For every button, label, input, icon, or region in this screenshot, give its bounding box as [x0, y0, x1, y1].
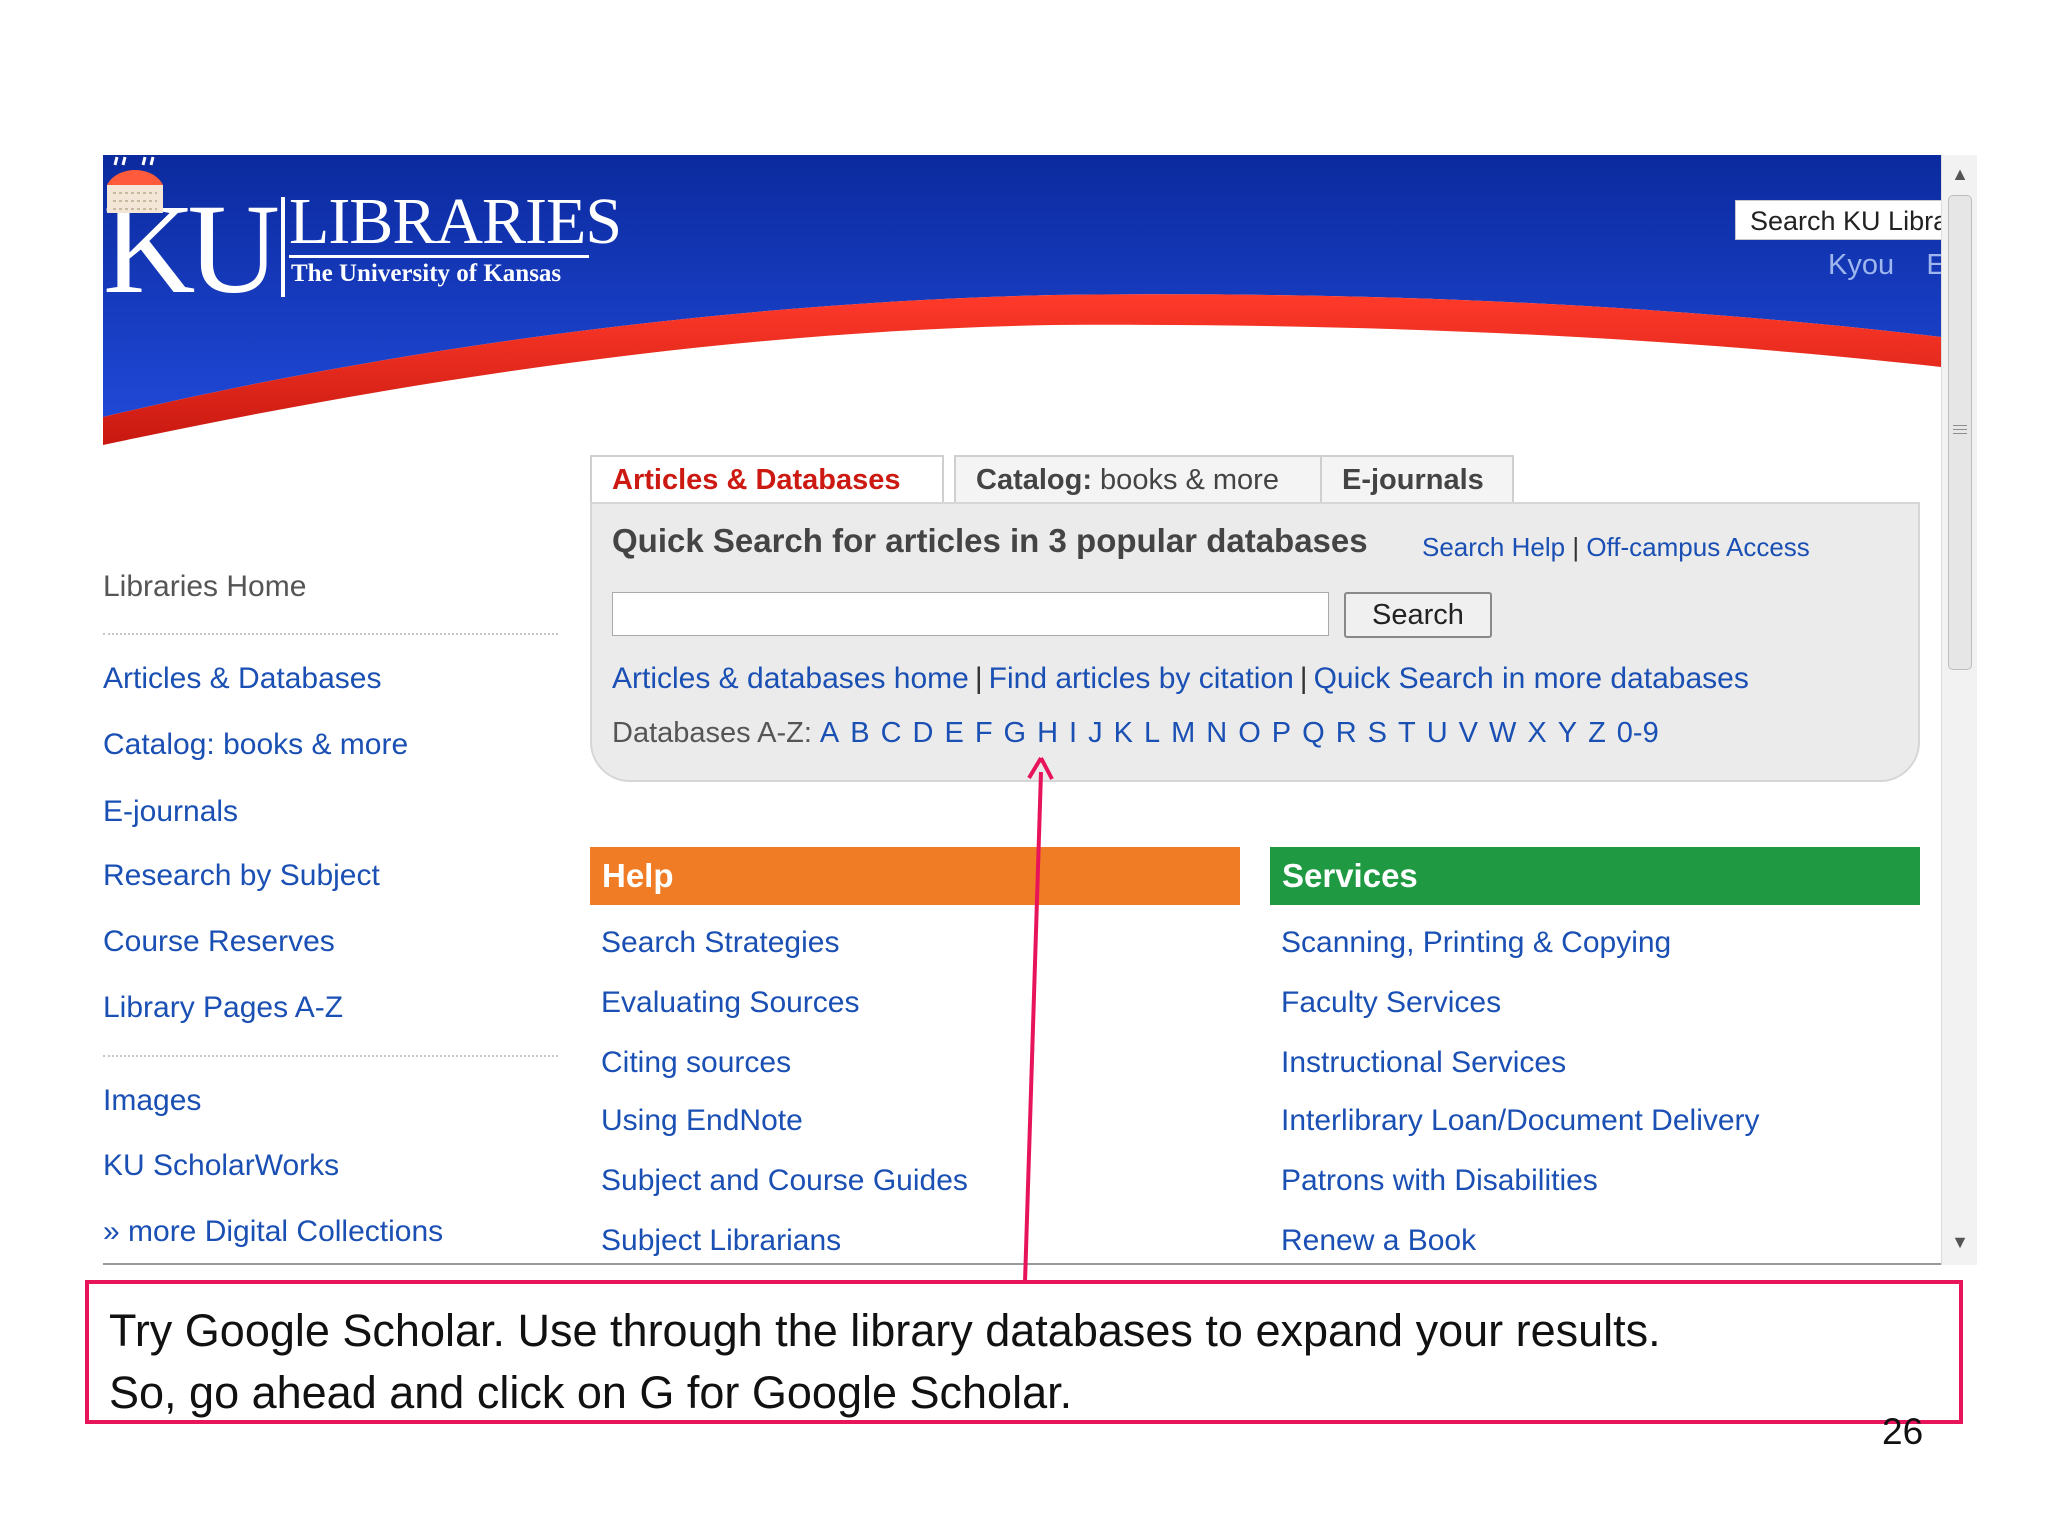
help-link-using-endnote[interactable]: Using EndNote	[601, 1104, 803, 1138]
instruction-caption-box: Try Google Scholar. Use through the libr…	[85, 1280, 1963, 1424]
sidebar-item-libraries-home[interactable]: Libraries Home	[103, 570, 306, 604]
az-letter-link[interactable]: A	[820, 717, 839, 749]
databases-az-label: Databases A-Z:	[612, 717, 812, 749]
sidebar-divider	[103, 1055, 558, 1057]
az-letter-link[interactable]: O	[1238, 717, 1261, 749]
services-link-renew-book[interactable]: Renew a Book	[1281, 1224, 1476, 1258]
databases-az-row: Databases A-Z: A B C D E F G H I J K L M N O P Q R S T U V W X Y Z…	[612, 717, 1662, 750]
sidebar-item-more-digital-collections[interactable]: » more Digital Collections	[103, 1215, 443, 1249]
az-letter-link[interactable]: F	[975, 717, 993, 749]
logo-underline	[289, 255, 589, 258]
quick-search-panel: Quick Search for articles in 3 popular d…	[590, 502, 1920, 782]
az-letter-link[interactable]: J	[1088, 717, 1103, 749]
az-letter-link[interactable]: S	[1368, 717, 1387, 749]
az-letter-link[interactable]: D	[913, 717, 934, 749]
az-letter-link[interactable]: B	[850, 717, 869, 749]
sidebar-item-research-by-subject[interactable]: Research by Subject	[103, 859, 380, 893]
quick-search-links: Articles & databases home | Find articles …	[612, 662, 1749, 696]
grip-icon: — — —	[1953, 416, 1967, 440]
sidebar-item-course-reserves[interactable]: Course Reserves	[103, 925, 335, 959]
tab-ejournals-label: E-journals	[1342, 464, 1484, 496]
az-letter-link[interactable]: P	[1272, 717, 1291, 749]
help-link-evaluating-sources[interactable]: Evaluating Sources	[601, 986, 860, 1020]
quick-search-title: Quick Search for articles in 3 popular d…	[612, 522, 1368, 559]
help-link-subject-course-guides[interactable]: Subject and Course Guides	[601, 1164, 968, 1198]
az-letter-link[interactable]: M	[1171, 717, 1195, 749]
search-help-link[interactable]: Search Help	[1422, 532, 1565, 562]
sidebar-item-catalog[interactable]: Catalog: books & more	[103, 728, 408, 762]
az-letter-link[interactable]: V	[1459, 717, 1478, 749]
sidebar-item-ejournals[interactable]: E-journals	[103, 795, 238, 829]
sidebar-divider	[103, 633, 558, 635]
link-separator: |	[1299, 662, 1308, 695]
scroll-up-arrow-icon[interactable]: ▲	[1942, 159, 1977, 189]
services-link-interlibrary-loan[interactable]: Interlibrary Loan/Document Delivery	[1281, 1104, 1760, 1138]
tab-ejournals[interactable]: E-journals	[1320, 455, 1514, 503]
scrollbar-thumb[interactable]: — — —	[1948, 195, 1972, 670]
az-letter-link[interactable]: Y	[1558, 717, 1577, 749]
az-letter-link[interactable]: I	[1069, 717, 1077, 749]
az-letter-link[interactable]: Z	[1588, 717, 1606, 749]
quick-search-help-links: Search Help | Off-campus Access	[1422, 532, 1810, 563]
tab-articles-databases[interactable]: Articles & Databases	[590, 455, 944, 505]
quick-search-input[interactable]	[612, 592, 1329, 636]
az-letter-link[interactable]: 0-9	[1617, 717, 1659, 749]
az-letter-link[interactable]: Q	[1302, 717, 1325, 749]
help-section-header: Help	[590, 847, 1240, 905]
off-campus-access-link[interactable]: Off-campus Access	[1586, 532, 1810, 562]
sidebar-item-library-pages-az[interactable]: Library Pages A-Z	[103, 991, 343, 1025]
az-letter-link[interactable]: L	[1144, 717, 1160, 749]
university-name: The University of Kansas	[291, 260, 562, 287]
campanile-icon	[107, 156, 163, 213]
services-link-disabilities[interactable]: Patrons with Disabilities	[1281, 1164, 1598, 1198]
quick-search-button[interactable]: Search	[1344, 592, 1492, 638]
az-letter-link[interactable]: U	[1427, 717, 1448, 749]
az-letter-link[interactable]: C	[881, 717, 902, 749]
az-letter-link[interactable]: N	[1206, 717, 1227, 749]
sidebar-item-images[interactable]: Images	[103, 1084, 201, 1118]
help-link-search-strategies[interactable]: Search Strategies	[601, 926, 839, 960]
az-letter-link[interactable]: X	[1527, 717, 1546, 749]
az-letter-link[interactable]: G	[1004, 717, 1027, 749]
tab-catalog-label-bold: Catalog:	[976, 464, 1092, 496]
help-link-citing-sources[interactable]: Citing sources	[601, 1046, 791, 1080]
az-letter-link[interactable]: W	[1489, 717, 1516, 749]
sidebar-item-articles-databases[interactable]: Articles & Databases	[103, 662, 381, 696]
az-letter-link[interactable]: H	[1037, 717, 1058, 749]
kyou-link[interactable]: Kyou E	[1828, 249, 1946, 282]
services-link-instructional[interactable]: Instructional Services	[1281, 1046, 1566, 1080]
az-letter-link[interactable]: R	[1336, 717, 1357, 749]
services-link-scanning[interactable]: Scanning, Printing & Copying	[1281, 926, 1671, 960]
caption-line-2: So, go ahead and click on G for Google S…	[109, 1367, 1073, 1418]
tab-catalog-label: books & more	[1092, 464, 1279, 496]
scroll-down-arrow-icon[interactable]: ▼	[1942, 1227, 1977, 1257]
find-articles-by-citation-link[interactable]: Find articles by citation	[989, 662, 1294, 695]
quick-search-more-databases-link[interactable]: Quick Search in more databases	[1314, 662, 1749, 695]
services-section-header: Services	[1270, 847, 1920, 905]
logo-divider	[281, 197, 285, 297]
screenshot-bottom-edge	[103, 1263, 1941, 1265]
link-separator: |	[974, 662, 983, 695]
az-letter-link[interactable]: E	[944, 717, 963, 749]
site-search-input[interactable]: Search KU Libra	[1735, 200, 1945, 240]
libraries-wordmark[interactable]: LIBRARIES	[289, 189, 622, 255]
az-letter-link[interactable]: T	[1398, 717, 1416, 749]
az-letter-link[interactable]: K	[1114, 717, 1133, 749]
az-letter-list: A B C D E F G H I J K L M N O P Q R S T U V W X Y Z 0-9	[812, 717, 1662, 749]
services-link-faculty[interactable]: Faculty Services	[1281, 986, 1501, 1020]
site-header: KU LIBRARIES The University of Kansas Se…	[103, 155, 1946, 445]
articles-databases-home-link[interactable]: Articles & databases home	[612, 662, 969, 695]
browser-screenshot: K U LIBRARIES The University of Kansas Se…	[103, 155, 1977, 1265]
vertical-scrollbar[interactable]: ▲ — — — ▼	[1941, 155, 1977, 1265]
link-separator: |	[1572, 532, 1580, 562]
slide-page-number: 26	[1882, 1411, 1924, 1452]
caption-line-1: Try Google Scholar. Use through the libr…	[109, 1305, 1661, 1356]
tab-catalog[interactable]: Catalog: books & more	[954, 455, 1329, 503]
help-link-subject-librarians[interactable]: Subject Librarians	[601, 1224, 841, 1258]
sidebar-item-ku-scholarworks[interactable]: KU ScholarWorks	[103, 1149, 339, 1183]
